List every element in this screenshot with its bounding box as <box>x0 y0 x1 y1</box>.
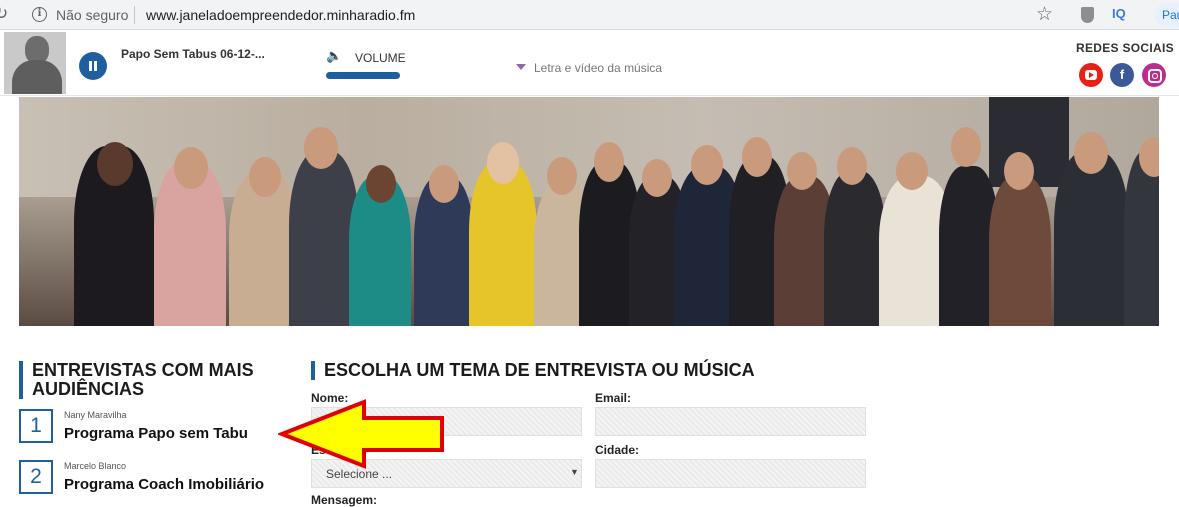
radio-player-bar: Papo Sem Tabus 06-12-... 🔈 VOLUME Letra … <box>0 30 1179 96</box>
top-interviews-heading: ENTREVISTAS COM MAIS AUDIÊNCIAS <box>19 361 279 399</box>
reload-icon[interactable]: ↻ <box>0 5 12 23</box>
rank-badge-1: 1 <box>19 409 53 443</box>
volume-icon[interactable]: 🔈 <box>326 48 342 64</box>
volume-slider[interactable] <box>326 72 400 79</box>
email-field[interactable] <box>595 407 866 436</box>
instagram-icon[interactable] <box>1142 63 1166 87</box>
interview-link-2[interactable]: Programa Coach Imobiliário <box>64 476 264 493</box>
banner-group-photo <box>19 97 1159 326</box>
iq-extension-icon[interactable]: IQ <box>1112 6 1126 21</box>
bookmark-star-icon[interactable]: ☆ <box>1036 3 1053 26</box>
shield-extension-icon[interactable] <box>1081 7 1094 23</box>
caret-down-icon <box>516 64 526 70</box>
address-bar[interactable]: www.janeladoempreendedor.minharadio.fm <box>146 7 415 23</box>
message-label: Mensagem: <box>311 493 378 507</box>
security-status[interactable]: Não seguro <box>56 7 128 23</box>
lyrics-video-link[interactable]: Letra e vídeo da música <box>534 61 662 75</box>
host-avatar <box>4 32 66 94</box>
select-arrow-icon: ▼ <box>570 467 579 477</box>
now-playing-title: Papo Sem Tabus 06-12-... <box>121 47 265 61</box>
interview-link-1[interactable]: Programa Papo sem Tabu <box>64 425 248 442</box>
city-field[interactable] <box>595 459 866 488</box>
pause-button[interactable] <box>79 52 107 80</box>
annotation-arrow-icon <box>278 399 444 469</box>
volume-label: VOLUME <box>355 51 406 65</box>
rank-badge-2: 2 <box>19 460 53 494</box>
profile-button[interactable]: Pau <box>1155 3 1179 27</box>
browser-toolbar: ↻ i Não seguro www.janeladoempreendedor.… <box>0 0 1179 30</box>
social-title: REDES SOCIAIS <box>1076 41 1174 55</box>
city-label: Cidade: <box>595 443 640 457</box>
interview-host-1: Nany Maravilha <box>64 410 127 420</box>
email-label: Email: <box>595 391 632 405</box>
request-form-heading: ESCOLHA UM TEMA DE ENTREVISTA OU MÚSICA <box>311 361 755 380</box>
youtube-icon[interactable] <box>1079 63 1103 87</box>
url-divider <box>134 6 135 24</box>
interview-host-2: Marcelo Blanco <box>64 461 127 471</box>
facebook-icon[interactable]: f <box>1110 63 1134 87</box>
site-info-icon[interactable]: i <box>32 7 47 22</box>
